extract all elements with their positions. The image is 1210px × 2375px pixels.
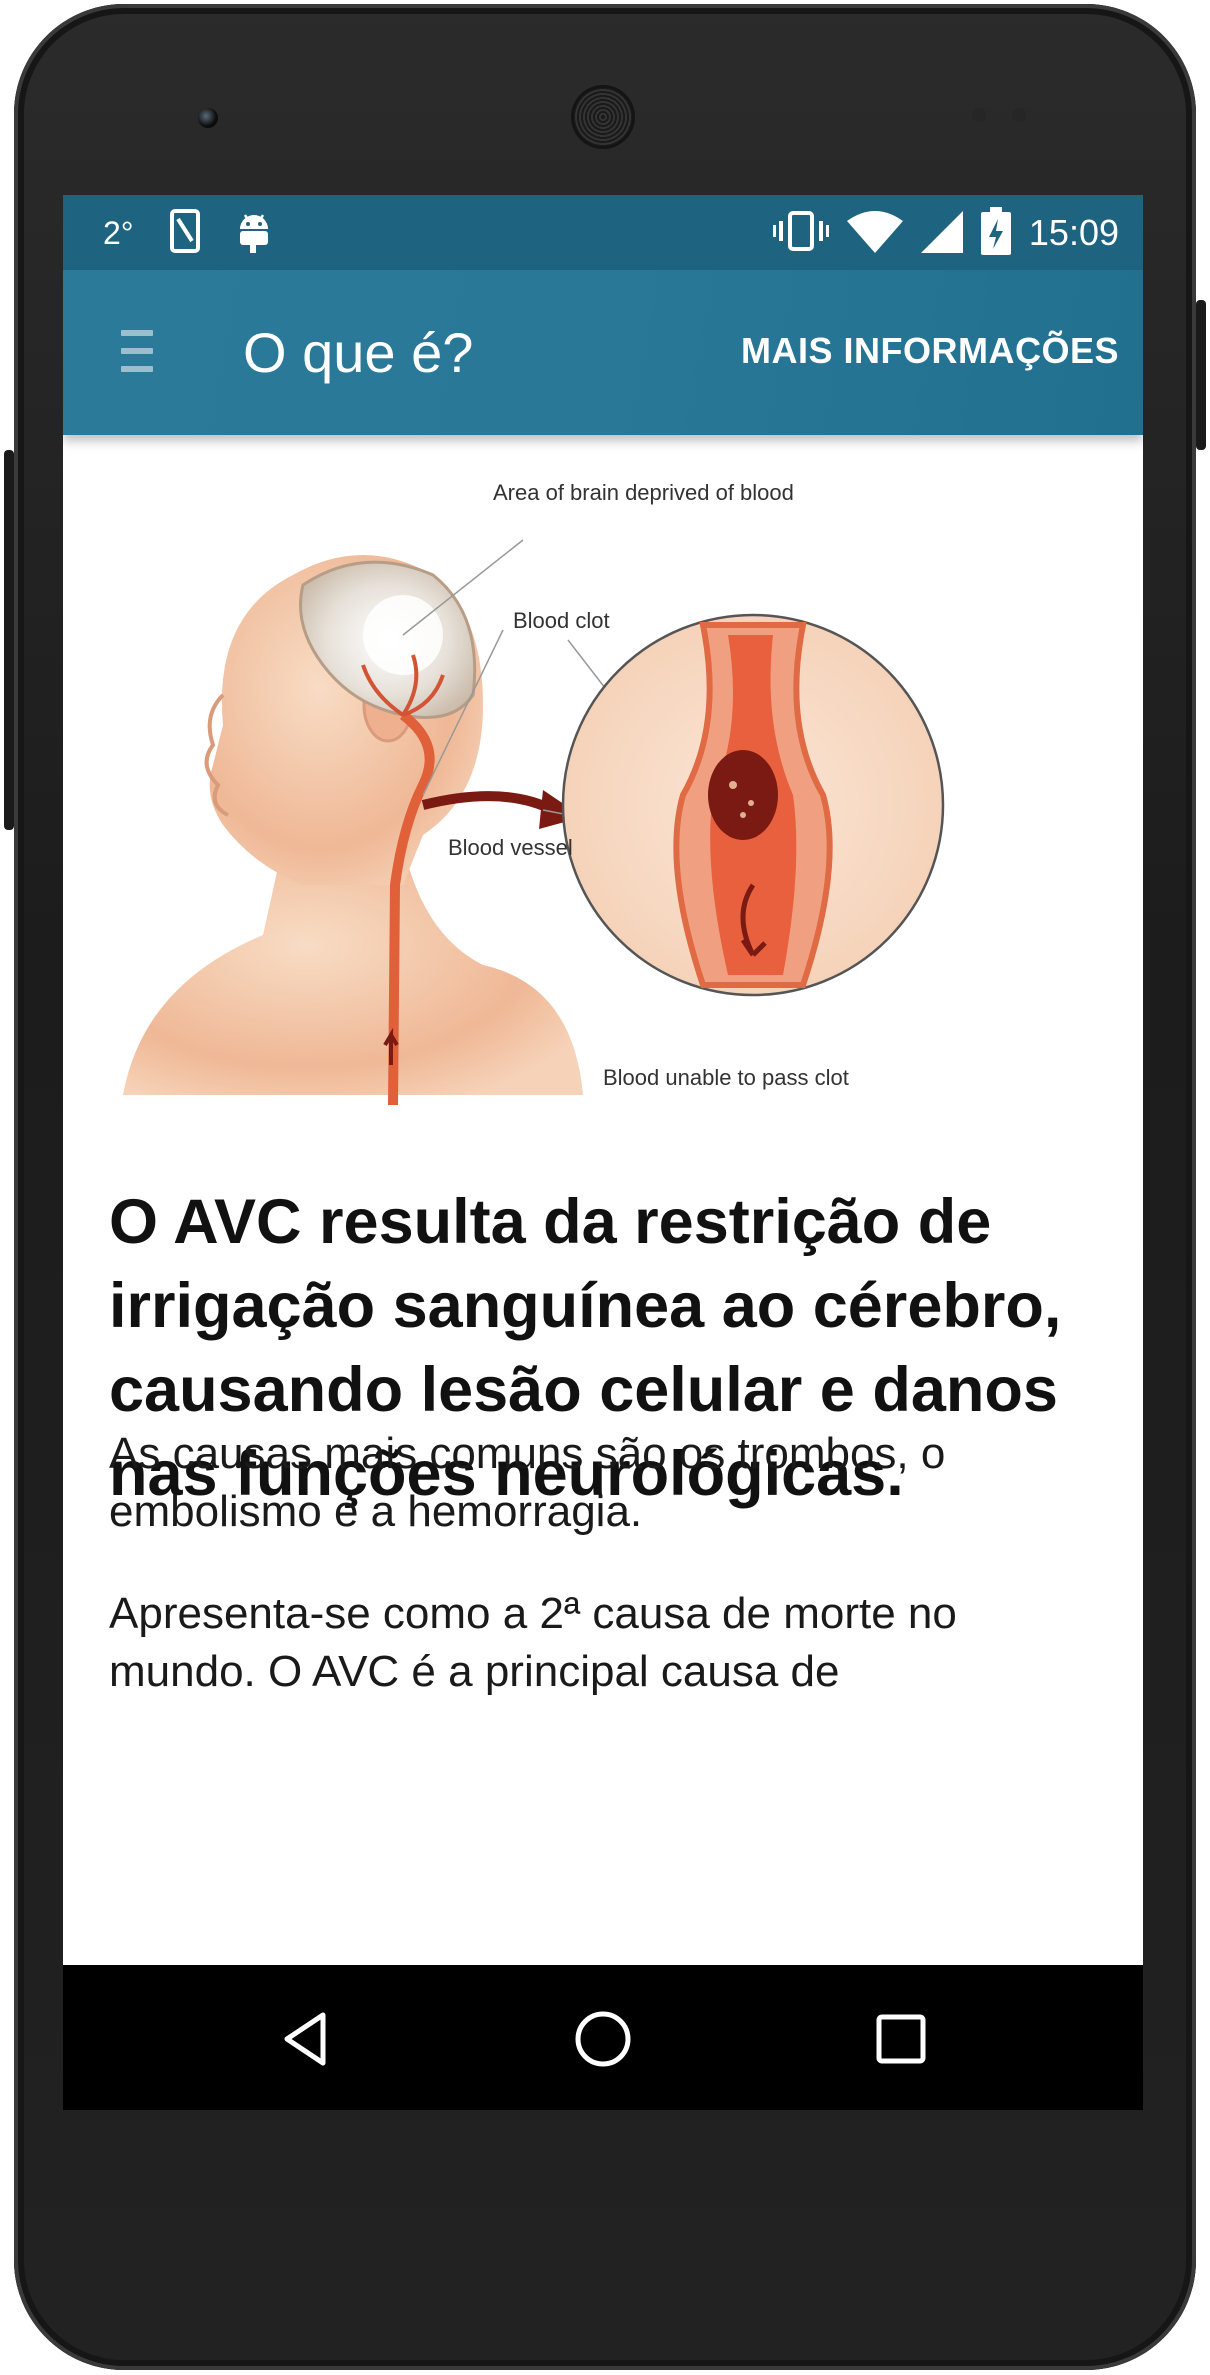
page-title: O que é? [243, 321, 474, 384]
battery-charging-icon [980, 206, 1011, 260]
navigation-bar [63, 1965, 1143, 2110]
recents-icon[interactable] [869, 2007, 933, 2071]
status-bar: 2° 15:09 [63, 195, 1143, 270]
proximity-sensor [972, 108, 986, 122]
clock-text: 15:09 [1028, 212, 1119, 253]
home-icon[interactable] [571, 2007, 635, 2071]
menu-icon[interactable] [121, 330, 153, 372]
more-info-button[interactable]: MAIS INFORMAÇÕES [741, 330, 1119, 372]
front-camera [198, 108, 218, 128]
light-sensor [1012, 108, 1026, 122]
temperature-text: 2° [103, 214, 134, 251]
label-blood-vessel: Blood vessel [448, 835, 573, 860]
sim-card-icon [169, 208, 200, 258]
stroke-illustration: Area of brain deprived of blood Blood cl… [123, 480, 945, 1106]
android-icon [236, 209, 272, 258]
wifi-icon [846, 209, 903, 258]
vibrate-icon [772, 209, 829, 258]
article-paragraph-2: Apresenta-se como a 2ª causa de morte no… [109, 1589, 957, 1696]
earpiece-speaker [574, 88, 632, 146]
label-blood-clot: Blood clot [513, 608, 610, 633]
label-blood-unable: Blood unable to pass clot [603, 1065, 849, 1090]
article-paragraph-1: As causas mais comuns são os trombos, o … [109, 1429, 946, 1536]
power-button [1196, 300, 1206, 450]
screen: 2° 15:09 O que é? MAIS INFORMAÇÕES Area … [63, 195, 1143, 2110]
status-left: 2° [103, 208, 272, 258]
volume-button [4, 450, 14, 830]
content-area: Area of brain deprived of blood Blood cl… [63, 435, 1143, 2110]
back-icon[interactable] [275, 2007, 339, 2071]
cell-signal-icon [920, 209, 963, 258]
app-bar: O que é? MAIS INFORMAÇÕES [63, 270, 1143, 435]
label-area-deprived: Area of brain deprived of blood [493, 480, 794, 505]
status-right: 15:09 [772, 206, 1119, 260]
